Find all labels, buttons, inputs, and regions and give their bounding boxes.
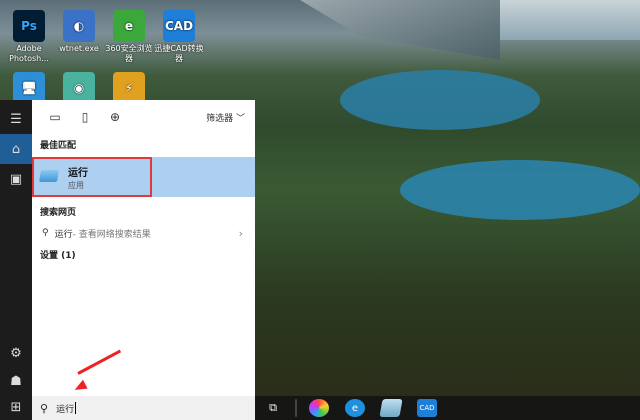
web-query: 运行: [54, 229, 73, 240]
desktop-icon-label: 迅捷CAD转换器: [154, 44, 204, 63]
search-panel: ▭ ▯ ⊕ 筛选器 ﹀ 最佳匹配 运行 应用 搜索网页 ⚲ 运行 - 查看网络搜…: [32, 100, 255, 396]
cad-converter-taskbar-icon[interactable]: CAD: [417, 399, 437, 417]
web-globe-icon[interactable]: ⊕: [100, 110, 130, 124]
mountain: [300, 0, 500, 60]
settings-header[interactable]: 设置 (1): [32, 244, 255, 265]
hamburger-menu-icon[interactable]: ☰: [0, 104, 32, 134]
search-icon: ⚲: [40, 401, 49, 415]
text-caret: [75, 402, 77, 414]
taskbar-separator: [295, 399, 297, 417]
run-app-taskbar-icon[interactable]: [379, 399, 403, 417]
documents-icon[interactable]: ▣: [0, 164, 32, 194]
best-match-header: 最佳匹配: [40, 141, 77, 151]
desktop-app-icon: CAD: [163, 10, 195, 42]
desktop-app-icon: Ps: [13, 10, 45, 42]
chevron-down-icon: ﹀: [235, 114, 245, 124]
settings-gear-icon[interactable]: ⚙: [0, 338, 32, 368]
chevron-right-icon: ›: [238, 226, 243, 240]
desktop-icon[interactable]: Ps Adobe Photosh...: [4, 10, 54, 64]
desktop-icon-label: 360安全浏览器: [105, 44, 153, 63]
document-scope-icon[interactable]: ▯: [70, 110, 100, 124]
search-scope-toolbar: ▭ ▯ ⊕ 筛选器 ﹀: [32, 100, 255, 134]
desktop-icon-label: wtnet.exe: [59, 44, 99, 53]
best-match-run-app[interactable]: 运行 应用: [32, 157, 255, 197]
desktop-app-icon: ◐: [63, 10, 95, 42]
filter-dropdown[interactable]: 筛选器 ﹀: [206, 111, 245, 124]
lake: [400, 160, 640, 220]
lake: [340, 70, 540, 130]
apps-scope-icon[interactable]: ▭: [40, 110, 70, 124]
desktop-icon-label: Adobe Photosh...: [9, 44, 49, 63]
search-input[interactable]: ⚲ 运行: [32, 396, 255, 420]
annotation-highlight-box: [32, 157, 152, 197]
search-input-value: 运行: [56, 404, 75, 415]
windows-start-icon[interactable]: ⊞: [0, 394, 32, 420]
user-icon[interactable]: ☗: [0, 366, 32, 396]
desktop-icon[interactable]: CAD 迅捷CAD转换器: [154, 10, 204, 64]
start-sidebar: ☰ ⌂ ▣ ⚙ ☗ ⊞: [0, 100, 32, 420]
desktop-icon[interactable]: e 360安全浏览器: [104, 10, 154, 64]
desktop-icon[interactable]: ◐ wtnet.exe: [54, 10, 104, 54]
ie-browser-icon[interactable]: e: [345, 399, 365, 417]
web-search-header: 搜索网页: [40, 208, 77, 218]
home-icon[interactable]: ⌂: [0, 134, 32, 164]
taskbar: ⧉ e CAD: [255, 396, 640, 420]
web-search-result[interactable]: ⚲ 运行 - 查看网络搜索结果 ›: [32, 222, 255, 244]
desktop-app-icon: e: [113, 10, 145, 42]
colorful-app-icon[interactable]: [309, 399, 329, 417]
search-icon: ⚲: [42, 228, 49, 238]
filter-label: 筛选器: [206, 114, 234, 124]
task-view-icon[interactable]: ⧉: [263, 399, 283, 417]
web-query-suffix: - 查看网络搜索结果: [72, 229, 151, 240]
